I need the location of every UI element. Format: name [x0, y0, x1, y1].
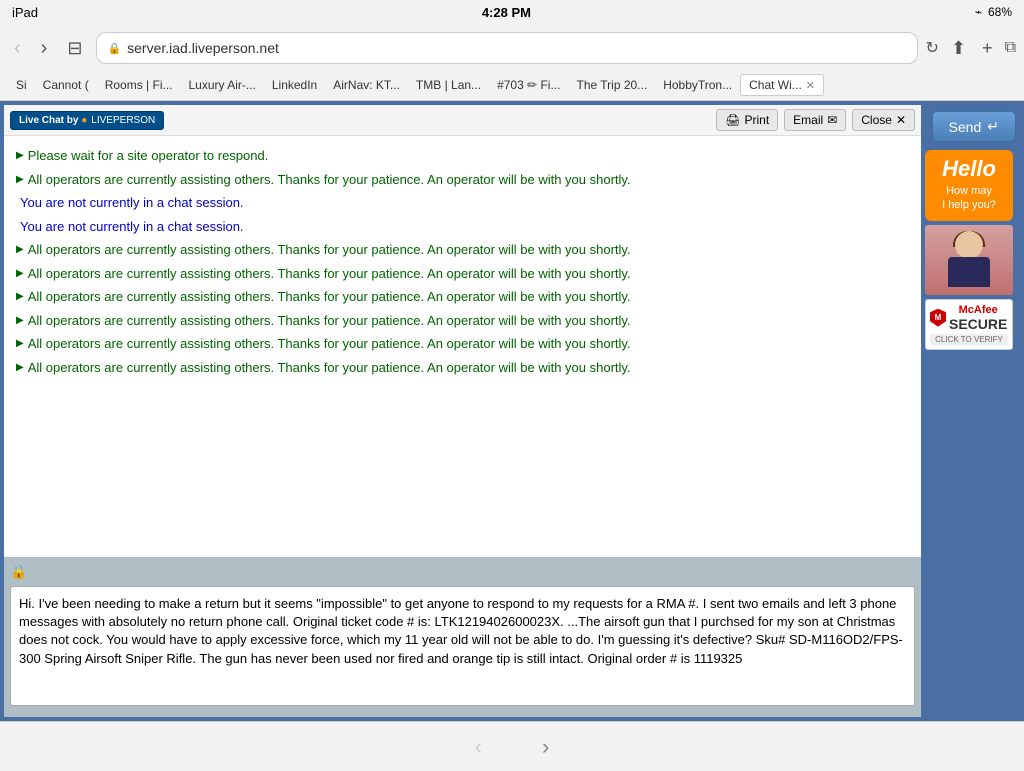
battery-level: 68% [988, 5, 1012, 19]
address-url: server.iad.liveperson.net [127, 40, 906, 56]
share-button[interactable]: ⬆ [947, 34, 970, 63]
livechat-label: Live Chat by ● [19, 115, 87, 126]
chat-message-system: ▶All operators are currently assisting o… [16, 264, 909, 284]
chat-message-system: ▶All operators are currently assisting o… [16, 170, 909, 190]
chat-message-plain: You are not currently in a chat session. [16, 217, 909, 237]
chat-toolbar: Live Chat by ● LIVEPERSON 🖨 Print Email … [4, 105, 921, 136]
close-button[interactable]: Close ✕ [852, 109, 915, 131]
lock-icon-row: 🔒 [10, 563, 915, 580]
main-area: Live Chat by ● LIVEPERSON 🖨 Print Email … [0, 101, 1024, 771]
send-row: Send ↵ [925, 107, 1020, 146]
bottom-back-button[interactable]: ‹ [475, 734, 482, 760]
input-lock-icon: 🔒 [10, 563, 27, 580]
hello-box: Hello How mayI help you? [925, 150, 1013, 221]
chat-messages: ▶Please wait for a site operator to resp… [4, 136, 921, 557]
forward-button[interactable]: › [35, 35, 54, 62]
right-sidebar: Send ↵ Hello How mayI help you? [925, 105, 1020, 717]
mcafee-secure-badge[interactable]: M McAfee SECURE CLICK TO VERIFY [925, 299, 1013, 350]
chat-message-system: ▶All operators are currently assisting o… [16, 311, 909, 331]
bottom-forward-button[interactable]: › [542, 734, 549, 760]
send-icon: ↵ [987, 118, 999, 135]
send-button[interactable]: Send ↵ [932, 111, 1016, 142]
email-label: Email [793, 113, 823, 127]
toolbar-right: 🖨 Print Email ✉ Close ✕ [716, 109, 915, 131]
mcafee-secure-text: SECURE [949, 316, 1007, 332]
agent-figure [944, 227, 994, 292]
email-icon: ✉ [827, 113, 837, 127]
content-row: Live Chat by ● LIVEPERSON 🖨 Print Email … [0, 101, 1024, 721]
bookmark-tab-linkedin[interactable]: LinkedIn [264, 75, 325, 95]
tabs-overview-button[interactable]: ⧉ [1005, 39, 1016, 57]
chat-main: Live Chat by ● LIVEPERSON 🖨 Print Email … [4, 105, 921, 717]
chat-message-system: ▶Please wait for a site operator to resp… [16, 146, 909, 166]
email-button[interactable]: Email ✉ [784, 109, 846, 131]
mcafee-logo: M McAfee SECURE [930, 304, 1008, 332]
nav-bar: ‹ › ⊟ 🔒 server.iad.liveperson.net ↻ ⬆ + … [0, 24, 1024, 72]
bookmark-tab-rooms[interactable]: Rooms | Fi... [97, 75, 181, 95]
bookmark-tab-luxury[interactable]: Luxury Air-... [181, 75, 264, 95]
bookmark-tab-703[interactable]: #703 ✏ Fi... [489, 75, 568, 95]
active-tab-label: Chat Wi... [749, 78, 802, 92]
agent-body [948, 257, 990, 287]
print-button[interactable]: 🖨 Print [716, 109, 778, 131]
agent-photo [925, 225, 1013, 295]
close-icon: ✕ [896, 113, 906, 127]
bookmark-tabs: Si Cannot ( Rooms | Fi... Luxury Air-...… [0, 72, 1024, 100]
address-lock-icon: 🔒 [107, 42, 121, 55]
hello-sub: How mayI help you? [933, 184, 1005, 213]
mcafee-shield-icon: M [930, 309, 946, 327]
reload-button[interactable]: ↻ [926, 38, 939, 58]
status-device: iPad [12, 5, 38, 20]
send-label: Send [949, 119, 982, 135]
address-bar[interactable]: 🔒 server.iad.liveperson.net [96, 32, 917, 64]
bookmark-tab-chat[interactable]: Chat Wi... ✕ [740, 74, 824, 96]
status-time: 4:28 PM [482, 5, 531, 20]
chat-message-plain: You are not currently in a chat session. [16, 193, 909, 213]
tab-close-icon[interactable]: ✕ [806, 79, 815, 92]
bookmark-tab-cannot[interactable]: Cannot ( [35, 75, 97, 95]
bookmark-tab-airnav[interactable]: AirNav: KT... [325, 75, 408, 95]
bookmark-tab-tmb[interactable]: TMB | Lan... [408, 75, 489, 95]
print-icon: 🖨 [725, 113, 740, 127]
liveperson-logo: Live Chat by ● LIVEPERSON [10, 111, 164, 130]
print-label: Print [744, 113, 769, 127]
agent-head [955, 231, 983, 259]
bookmarks-button[interactable]: ⊟ [61, 36, 88, 61]
mcafee-name: McAfee [949, 304, 1007, 316]
bookmark-tab-trip[interactable]: The Trip 20... [568, 75, 655, 95]
chat-message-system: ▶All operators are currently assisting o… [16, 240, 909, 260]
chat-message-system: ▶All operators are currently assisting o… [16, 334, 909, 354]
close-label: Close [861, 113, 892, 127]
chat-input[interactable] [10, 586, 915, 706]
bookmark-tab-hobbytron[interactable]: HobbyTron... [655, 75, 740, 95]
new-tab-button[interactable]: + [978, 34, 997, 63]
bottom-bar: ‹ › [0, 721, 1024, 771]
liveperson-label: LIVEPERSON [91, 115, 155, 126]
status-right: ⌁ 68% [975, 5, 1012, 19]
bluetooth-icon: ⌁ [975, 5, 982, 19]
chat-message-system: ▶All operators are currently assisting o… [16, 358, 909, 378]
status-bar: iPad 4:28 PM ⌁ 68% [0, 0, 1024, 24]
hello-text: Hello [933, 158, 1005, 180]
bookmark-tab-si[interactable]: Si [8, 75, 35, 95]
mcafee-verify-label: CLICK TO VERIFY [930, 334, 1008, 345]
device-label: iPad [12, 5, 38, 20]
input-area: 🔒 [4, 557, 921, 717]
chat-message-system: ▶All operators are currently assisting o… [16, 287, 909, 307]
browser-chrome: ‹ › ⊟ 🔒 server.iad.liveperson.net ↻ ⬆ + … [0, 24, 1024, 101]
back-button[interactable]: ‹ [8, 35, 27, 62]
